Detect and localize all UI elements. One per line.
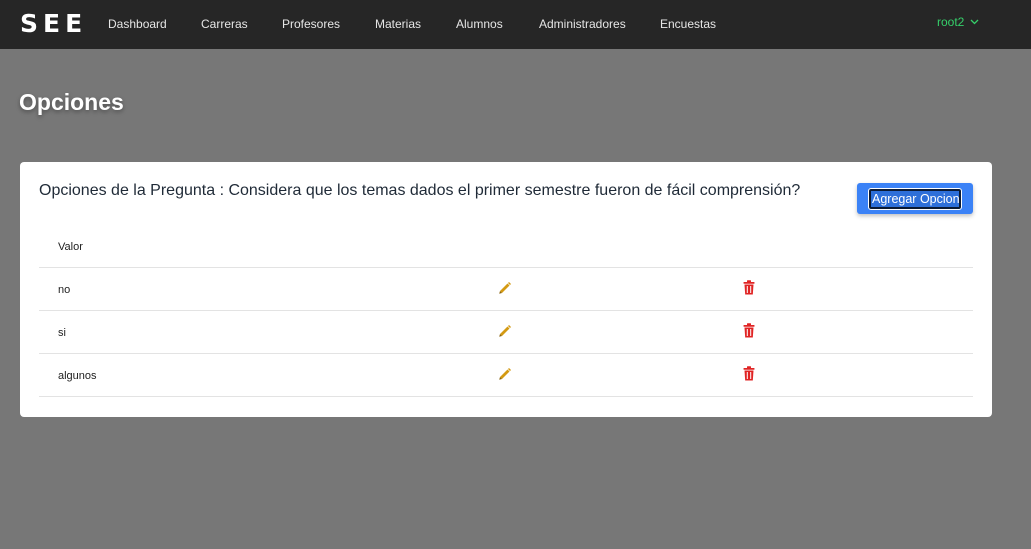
page-title: Opciones (19, 89, 124, 115)
option-value: algunos (58, 370, 97, 382)
user-name: root2 (937, 15, 965, 29)
pencil-icon[interactable] (498, 324, 512, 338)
top-navbar: SEE Dashboard Carreras Profesores Materi… (0, 0, 1031, 49)
table-row: si (39, 311, 973, 354)
nav-item-profesores[interactable]: Profesores (282, 17, 340, 31)
chevron-down-icon (970, 19, 979, 25)
user-menu[interactable]: root2 (937, 15, 979, 29)
nav-item-materias[interactable]: Materias (375, 17, 421, 31)
question-title: Opciones de la Pregunta : Considera que … (39, 182, 801, 199)
nav-item-encuestas[interactable]: Encuestas (660, 17, 716, 31)
nav-item-dashboard[interactable]: Dashboard (108, 17, 167, 31)
pencil-icon[interactable] (498, 367, 512, 381)
column-header-valor: Valor (58, 241, 83, 253)
table-row: no (39, 268, 973, 311)
pencil-icon[interactable] (498, 281, 512, 295)
option-value: no (58, 284, 71, 296)
add-option-button[interactable]: Agregar Opcion (857, 183, 973, 214)
brand-logo[interactable]: SEE (20, 9, 87, 38)
nav-item-administradores[interactable]: Administradores (539, 17, 626, 31)
option-value: si (58, 327, 66, 339)
nav-item-alumnos[interactable]: Alumnos (456, 17, 503, 31)
trash-icon[interactable] (743, 366, 755, 381)
table-header: Valor (39, 228, 973, 268)
add-option-label: Agregar Opcion (868, 187, 962, 210)
trash-icon[interactable] (743, 323, 755, 338)
options-card: Opciones de la Pregunta : Considera que … (20, 162, 992, 417)
options-table: Valor no si algunos (39, 228, 973, 397)
nav-item-carreras[interactable]: Carreras (201, 17, 248, 31)
table-row: algunos (39, 354, 973, 397)
trash-icon[interactable] (743, 280, 755, 295)
